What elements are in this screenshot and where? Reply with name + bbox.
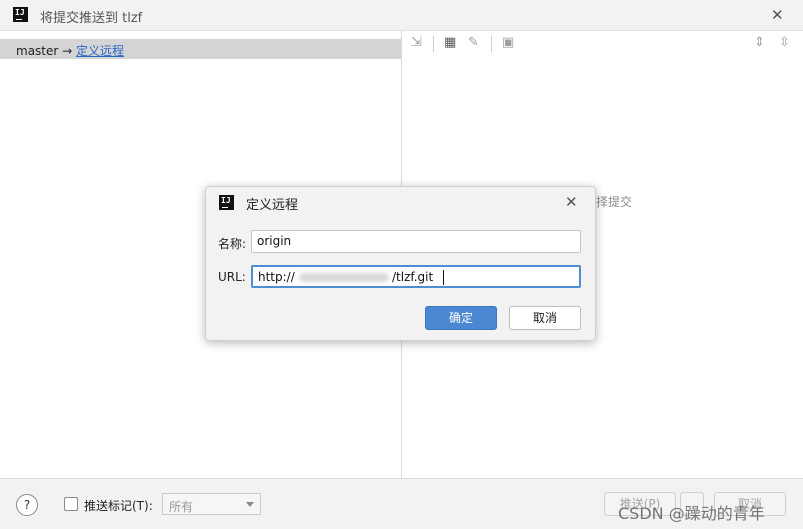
push-tags-label: 推送标记(T): <box>84 499 153 513</box>
select-commit-hint: 择提交 <box>596 195 633 209</box>
preview-diff-icon[interactable]: ▣ <box>502 36 514 50</box>
collapse-arrows-icon[interactable]: ⇲ <box>411 36 422 50</box>
dialog-title: 定义远程 <box>246 198 299 213</box>
help-icon[interactable]: ? <box>16 494 38 516</box>
arrow-icon: → <box>62 44 73 58</box>
branch-text: master → 定义远程 <box>16 42 124 59</box>
bottom-bar: ? 推送标记(T): 所有 推送(P) 取消 CSDN @躁动的青年 <box>0 478 803 529</box>
ok-button[interactable]: 确定 <box>425 306 497 330</box>
collapse-all-icon[interactable]: ⇳ <box>779 36 790 50</box>
chevron-down-icon <box>246 502 254 507</box>
text-caret <box>443 270 444 285</box>
toolbar-separator <box>433 36 434 52</box>
title-bar: IJ 将提交推送到 tlzf ✕ <box>0 0 803 30</box>
csdn-watermark: CSDN @躁动的青年 <box>618 504 765 523</box>
define-remote-dialog: IJ 定义远程 ✕ 名称: origin URL: http:// /tlzf.… <box>205 186 596 341</box>
url-label: URL: <box>218 270 246 284</box>
name-field[interactable]: origin <box>251 230 581 253</box>
group-by-icon[interactable]: ▦ <box>444 36 456 50</box>
define-remote-link[interactable]: 定义远程 <box>76 44 124 58</box>
window-title: 将提交推送到 tlzf <box>40 11 143 26</box>
intellij-logo-icon: IJ <box>219 195 234 210</box>
window-close-icon[interactable]: ✕ <box>771 8 784 23</box>
branch-name: master <box>16 44 59 58</box>
push-tags-checkbox[interactable] <box>64 497 78 511</box>
dialog-close-icon[interactable]: ✕ <box>565 195 578 210</box>
details-toolbar: ⇲ ▦ ✎ ▣ ⇕ ⇳ <box>402 31 803 57</box>
intellij-logo-icon: IJ <box>13 7 28 22</box>
expand-all-icon[interactable]: ⇕ <box>754 36 765 50</box>
push-commits-window: IJ 将提交推送到 tlzf ✕ master → 定义远程 ⇲ ▦ ✎ ▣ ⇕… <box>0 0 803 529</box>
url-field[interactable]: http:// /tlzf.git <box>251 265 581 288</box>
redacted-host <box>299 273 389 282</box>
tags-select-value: 所有 <box>169 500 194 514</box>
url-suffix: /tlzf.git <box>392 270 434 284</box>
toolbar-separator <box>491 36 492 52</box>
branch-row[interactable]: master → 定义远程 <box>0 39 401 59</box>
name-value: origin <box>257 234 292 248</box>
url-prefix: http:// <box>258 270 295 284</box>
tags-select[interactable]: 所有 <box>162 493 261 515</box>
edit-icon[interactable]: ✎ <box>468 36 479 50</box>
cancel-button[interactable]: 取消 <box>509 306 581 330</box>
name-label: 名称: <box>218 237 247 251</box>
